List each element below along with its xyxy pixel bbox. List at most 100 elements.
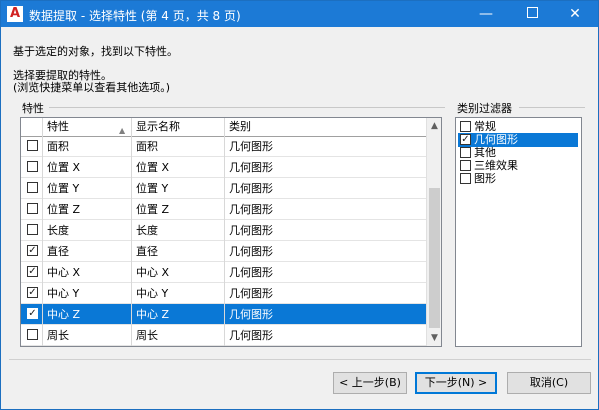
title-bar[interactable]: A 数据提取 - 选择特性 (第 4 页，共 8 页) — ✕ [1, 1, 598, 27]
category-cell: 几何图形 [229, 329, 273, 342]
header-display-name[interactable]: 显示名称 [132, 118, 225, 136]
found-properties-text: 基于选定的对象，找到以下特性。 [13, 45, 178, 58]
filter-item-label: 几何图形 [474, 133, 518, 146]
maximize-icon [526, 7, 538, 18]
scroll-thumb[interactable] [429, 188, 440, 328]
table-row[interactable]: 位置 Z 位置 Z 几何图形 [21, 199, 426, 220]
row-checkbox-cell [21, 199, 43, 220]
table-row[interactable]: 周长 周长 几何图形 [21, 325, 426, 346]
filter-item-label: 其他 [474, 146, 496, 159]
table-row[interactable]: 长度 长度 几何图形 [21, 220, 426, 241]
row-checkbox-cell [21, 325, 43, 346]
properties-group-line [49, 107, 445, 108]
category-filter-group-label: 类别过滤器 [457, 102, 512, 115]
category-cell: 几何图形 [229, 245, 273, 258]
row-checkbox-cell [21, 136, 43, 157]
row-checkbox-cell: ✓ [21, 304, 43, 325]
property-name-cell: 面积 [43, 136, 132, 157]
close-button[interactable]: ✕ [552, 1, 598, 27]
display-name-cell: 位置 Z [132, 199, 225, 220]
display-name-cell: 中心 X [132, 262, 225, 283]
table-row[interactable]: 位置 X 位置 X 几何图形 [21, 157, 426, 178]
shortcut-hint-text: (浏览快捷菜单以查看其他选项。) [13, 81, 171, 94]
table-row[interactable]: ✓ 直径 直径 几何图形 [21, 241, 426, 262]
row-checkbox-cell: ✓ [21, 241, 43, 262]
header-checkbox-column [21, 118, 43, 136]
unchecked-checkbox[interactable] [27, 161, 38, 172]
unchecked-checkbox[interactable] [460, 147, 471, 158]
unchecked-checkbox[interactable] [27, 140, 38, 151]
category-filter-group-line [519, 107, 585, 108]
maximize-button[interactable] [509, 1, 555, 27]
scroll-up-icon[interactable]: ▲ [427, 118, 441, 134]
properties-grid: 特性 ▲ 显示名称 类别 面积 面积 几何图形 位置 X 位置 X 几何图形 位置 Y 位置 Y… [20, 117, 442, 347]
filter-item[interactable]: 常规 [458, 120, 500, 134]
unchecked-checkbox[interactable] [460, 121, 471, 132]
filter-item-label: 图形 [474, 172, 496, 185]
display-name-cell: 周长 [132, 325, 225, 346]
table-row[interactable]: ✓ 中心 Y 中心 Y 几何图形 [21, 283, 426, 304]
unchecked-checkbox[interactable] [27, 224, 38, 235]
filter-item-label: 常规 [474, 120, 496, 133]
grid-scrollbar[interactable]: ▲ ▼ [426, 118, 441, 346]
row-checkbox-cell [21, 157, 43, 178]
display-name-cell: 长度 [132, 220, 225, 241]
display-name-cell: 位置 Y [132, 178, 225, 199]
property-name-cell: 中心 Z [43, 304, 132, 325]
property-name-cell: 位置 Z [43, 199, 132, 220]
checked-checkbox[interactable]: ✓ [460, 134, 471, 145]
table-row[interactable]: ✓ 中心 X 中心 X 几何图形 [21, 262, 426, 283]
category-cell: 几何图形 [229, 224, 273, 237]
filter-item-label: 三维效果 [474, 159, 518, 172]
category-cell: 几何图形 [229, 308, 273, 321]
filter-item[interactable]: 图形 [458, 172, 500, 186]
header-property[interactable]: 特性 ▲ [43, 118, 132, 136]
display-name-cell: 中心 Z [132, 304, 225, 325]
category-cell: 几何图形 [229, 140, 273, 153]
back-button[interactable]: < 上一步(B) [333, 372, 407, 394]
unchecked-checkbox[interactable] [27, 203, 38, 214]
autocad-app-icon: A [7, 6, 23, 22]
checked-checkbox[interactable]: ✓ [27, 308, 38, 319]
button-separator [9, 359, 591, 360]
next-button[interactable]: 下一步(N) > [415, 372, 497, 394]
display-name-cell: 直径 [132, 241, 225, 262]
row-checkbox-cell: ✓ [21, 262, 43, 283]
category-cell: 几何图形 [229, 266, 273, 279]
row-checkbox-cell [21, 178, 43, 199]
unchecked-checkbox[interactable] [460, 173, 471, 184]
checked-checkbox[interactable]: ✓ [27, 287, 38, 298]
category-cell: 几何图形 [229, 203, 273, 216]
header-category[interactable]: 类别 [225, 118, 426, 136]
filter-item[interactable]: 其他 [458, 146, 500, 160]
filter-item[interactable]: ✓ 几何图形 [458, 133, 578, 147]
scroll-down-icon[interactable]: ▼ [427, 330, 441, 346]
data-extraction-dialog: A 数据提取 - 选择特性 (第 4 页，共 8 页) — ✕ 基于选定的对象，… [0, 0, 599, 410]
unchecked-checkbox[interactable] [27, 329, 38, 340]
property-name-cell: 位置 X [43, 157, 132, 178]
row-checkbox-cell: ✓ [21, 283, 43, 304]
table-row[interactable]: 位置 Y 位置 Y 几何图形 [21, 178, 426, 199]
grid-header: 特性 ▲ 显示名称 类别 [21, 118, 426, 137]
property-name-cell: 周长 [43, 325, 132, 346]
checked-checkbox[interactable]: ✓ [27, 266, 38, 277]
category-cell: 几何图形 [229, 161, 273, 174]
header-property-label: 特性 [47, 120, 69, 133]
display-name-cell: 位置 X [132, 157, 225, 178]
category-cell: 几何图形 [229, 287, 273, 300]
cancel-button[interactable]: 取消(C) [507, 372, 591, 394]
table-row[interactable]: ✓ 中心 Z 中心 Z 几何图形 [21, 304, 426, 325]
unchecked-checkbox[interactable] [460, 160, 471, 171]
minimize-button[interactable]: — [463, 1, 509, 27]
display-name-cell: 面积 [132, 136, 225, 157]
property-name-cell: 中心 X [43, 262, 132, 283]
display-name-cell: 中心 Y [132, 283, 225, 304]
table-row[interactable]: 面积 面积 几何图形 [21, 136, 426, 157]
property-name-cell: 中心 Y [43, 283, 132, 304]
filter-item[interactable]: 三维效果 [458, 159, 522, 173]
property-name-cell: 长度 [43, 220, 132, 241]
property-name-cell: 位置 Y [43, 178, 132, 199]
checked-checkbox[interactable]: ✓ [27, 245, 38, 256]
unchecked-checkbox[interactable] [27, 182, 38, 193]
category-cell: 几何图形 [229, 182, 273, 195]
